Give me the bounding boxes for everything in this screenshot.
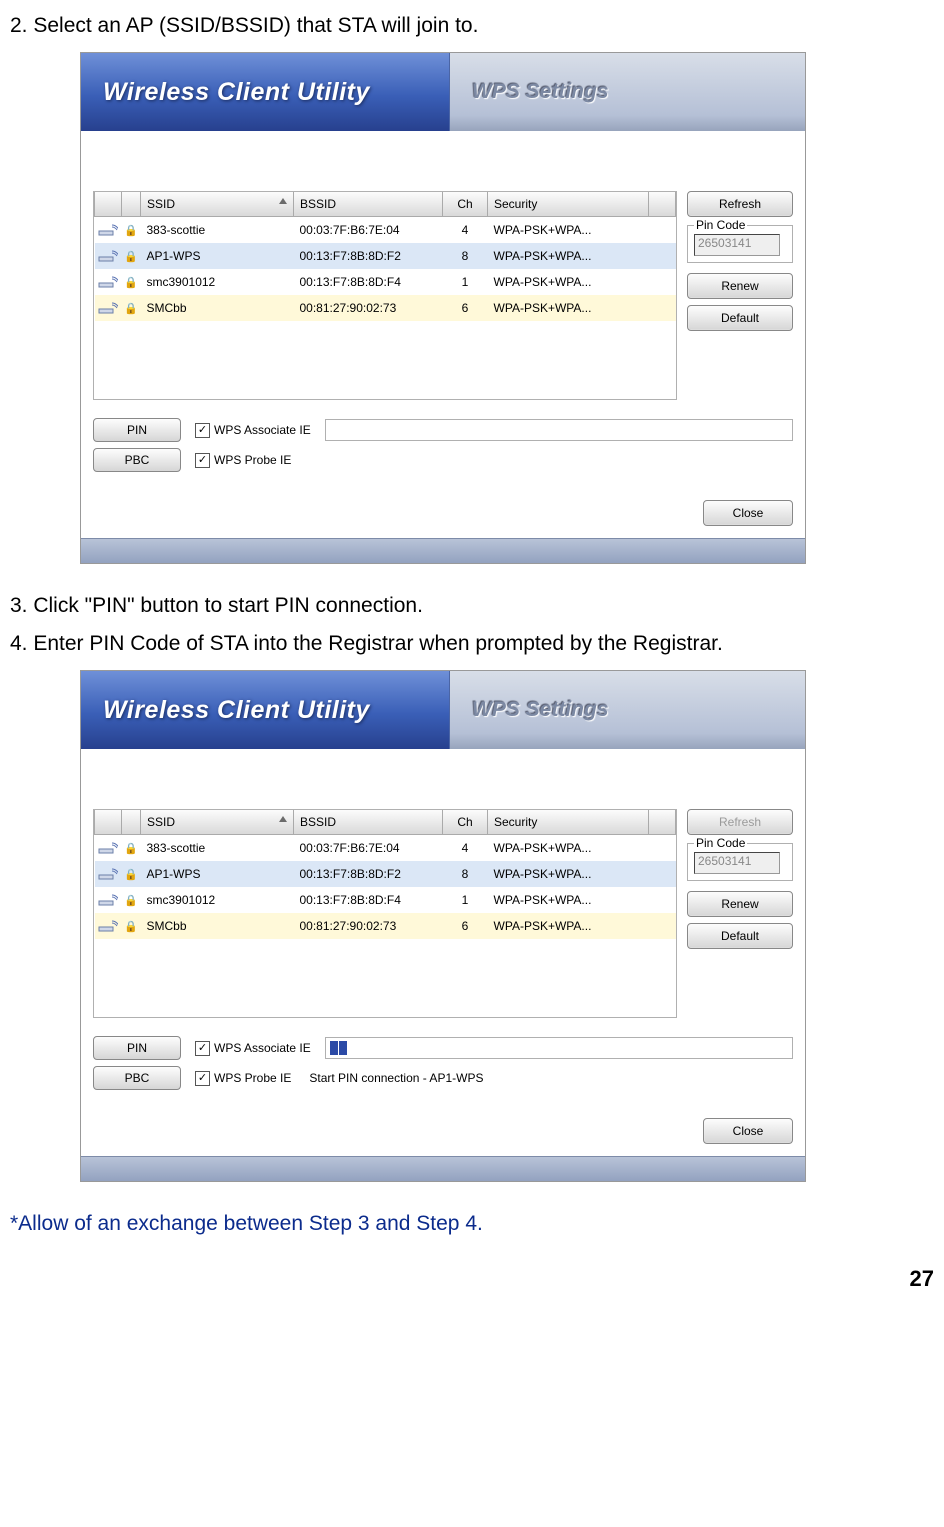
lock-icon: 🔒 [124,303,138,315]
pin-code-fieldset: Pin Code 26503141 [687,843,793,881]
window-footer [81,1156,805,1181]
col-security[interactable]: Security [488,192,649,217]
status-bar [325,1037,793,1059]
window-header: Wireless Client Utility WPS Settings [81,671,805,749]
table-row[interactable]: 🔒 AP1-WPS 00:13:F7:8B:8D:F2 8 WPA-PSK+WP… [95,243,676,269]
wps-window-2: Wireless Client Utility WPS Settings SSI… [80,670,806,1182]
pin-legend: Pin Code [694,836,747,850]
lock-icon: 🔒 [124,869,138,881]
pin-code-field: 26503141 [694,234,780,256]
default-button[interactable]: Default [687,305,793,331]
lock-icon: 🔒 [124,895,138,907]
col-bssid[interactable]: BSSID [294,192,443,217]
tab-label: WPS Settings [472,80,609,104]
ap-list-table[interactable]: SSID BSSID Ch Security 🔒 383-scottie [93,191,677,400]
checkbox-icon: ✓ [195,423,210,438]
status-bar [325,419,793,441]
ap-icon [98,223,118,237]
table-row[interactable]: 🔒 AP1-WPS 00:13:F7:8B:8D:F2 8 WPA-PSK+WP… [95,861,676,887]
ap-icon [98,275,118,289]
progress-indicator [330,1041,347,1055]
ap-icon [98,919,118,933]
checkbox-label: WPS Associate IE [214,423,311,437]
checkbox-icon: ✓ [195,453,210,468]
table-row[interactable]: 🔒 smc3901012 00:13:F7:8B:8D:F4 1 WPA-PSK… [95,887,676,913]
col-ch[interactable]: Ch [443,192,488,217]
wps-associate-checkbox[interactable]: ✓ WPS Associate IE [195,1041,311,1056]
sort-asc-icon [279,816,287,822]
lock-icon: 🔒 [124,277,138,289]
window-header: Wireless Client Utility WPS Settings [81,53,805,131]
renew-button[interactable]: Renew [687,891,793,917]
col-ch[interactable]: Ch [443,810,488,835]
table-row[interactable]: 🔒 smc3901012 00:13:F7:8B:8D:F4 1 WPA-PSK… [95,269,676,295]
col-security[interactable]: Security [488,810,649,835]
wps-associate-checkbox[interactable]: ✓ WPS Associate IE [195,423,311,438]
col-ssid[interactable]: SSID [141,192,294,217]
ap-list-table[interactable]: SSID BSSID Ch Security 🔒 383-scottie [93,809,677,1018]
lock-icon: 🔒 [124,843,138,855]
default-button[interactable]: Default [687,923,793,949]
checkbox-label: WPS Probe IE [214,1071,291,1085]
table-row[interactable]: 🔒 SMCbb 00:81:27:90:02:73 6 WPA-PSK+WPA.… [95,295,676,321]
status-text: Start PIN connection - AP1-WPS [305,1071,483,1085]
lock-icon: 🔒 [124,225,138,237]
pbc-button[interactable]: PBC [93,448,181,472]
ap-icon [98,841,118,855]
tab-label: WPS Settings [472,698,609,722]
side-panel: Refresh Pin Code 26503141 Renew Default [687,809,793,1018]
lock-icon: 🔒 [124,251,138,263]
pin-code-fieldset: Pin Code 26503141 [687,225,793,263]
pin-legend: Pin Code [694,218,747,232]
side-panel: Refresh Pin Code 26503141 Renew Default [687,191,793,400]
app-title: Wireless Client Utility [81,696,370,725]
table-header-row: SSID BSSID Ch Security [95,810,676,835]
wps-window-1: Wireless Client Utility WPS Settings SSI… [80,52,806,564]
table-row[interactable]: 🔒 383-scottie 00:03:7F:B6:7E:04 4 WPA-PS… [95,835,676,862]
pin-code-field: 26503141 [694,852,780,874]
table-row[interactable]: 🔒 383-scottie 00:03:7F:B6:7E:04 4 WPA-PS… [95,217,676,244]
step-2-text: 2. Select an AP (SSID/BSSID) that STA wi… [10,14,934,38]
table-header-row: SSID BSSID Ch Security [95,192,676,217]
app-title: Wireless Client Utility [81,78,370,107]
step-3-text: 3. Click "PIN" button to start PIN conne… [10,594,934,618]
ap-icon [98,301,118,315]
pin-button[interactable]: PIN [93,418,181,442]
checkbox-icon: ✓ [195,1041,210,1056]
wps-probe-checkbox[interactable]: ✓ WPS Probe IE [195,1071,291,1086]
checkbox-label: WPS Associate IE [214,1041,311,1055]
col-ssid[interactable]: SSID [141,810,294,835]
tab-wps-settings[interactable]: WPS Settings [449,671,805,749]
window-footer [81,538,805,563]
close-button[interactable]: Close [703,1118,793,1144]
col-bssid[interactable]: BSSID [294,810,443,835]
table-row[interactable]: 🔒 SMCbb 00:81:27:90:02:73 6 WPA-PSK+WPA.… [95,913,676,939]
sort-asc-icon [279,198,287,204]
pin-button[interactable]: PIN [93,1036,181,1060]
lock-icon: 🔒 [124,921,138,933]
ap-icon [98,249,118,263]
checkbox-label: WPS Probe IE [214,453,291,467]
renew-button[interactable]: Renew [687,273,793,299]
tab-wps-settings[interactable]: WPS Settings [449,53,805,131]
wps-probe-checkbox[interactable]: ✓ WPS Probe IE [195,453,291,468]
ap-icon [98,867,118,881]
page-number: 27 [10,1266,934,1292]
refresh-button[interactable]: Refresh [687,191,793,217]
refresh-button: Refresh [687,809,793,835]
checkbox-icon: ✓ [195,1071,210,1086]
ap-icon [98,893,118,907]
exchange-note: *Allow of an exchange between Step 3 and… [10,1212,934,1236]
step-4-text: 4. Enter PIN Code of STA into the Regist… [10,632,934,656]
pbc-button[interactable]: PBC [93,1066,181,1090]
close-button[interactable]: Close [703,500,793,526]
